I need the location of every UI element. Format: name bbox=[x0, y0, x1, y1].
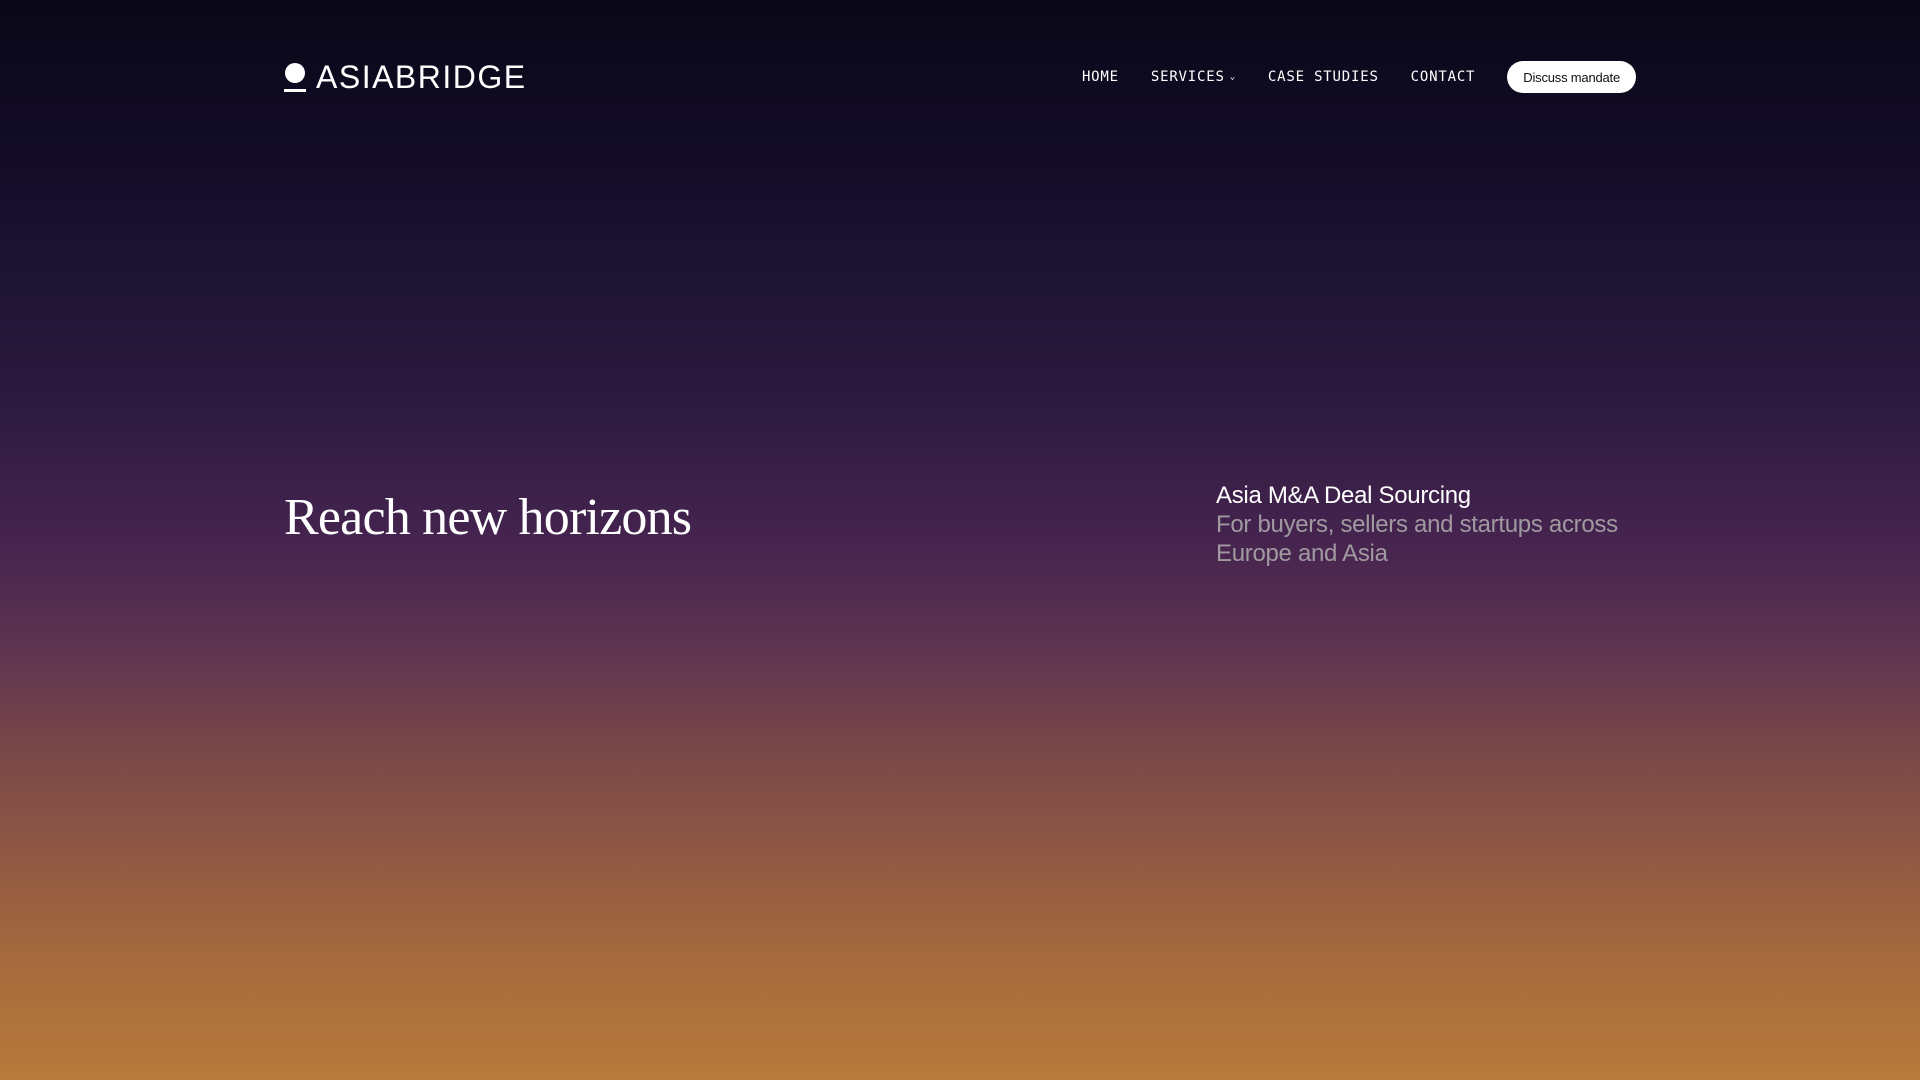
hero-title: Reach new horizons bbox=[284, 489, 692, 546]
hero-tagline: Asia M&A Deal Sourcing For buyers, selle… bbox=[1216, 481, 1646, 568]
nav-case-studies[interactable]: CASE STUDIES bbox=[1268, 69, 1379, 85]
discuss-mandate-button[interactable]: Discuss mandate bbox=[1507, 61, 1636, 93]
nav-contact[interactable]: CONTACT bbox=[1411, 69, 1476, 85]
nav-services[interactable]: SERVICES ⌄ bbox=[1151, 69, 1236, 85]
tagline-heading: Asia M&A Deal Sourcing bbox=[1216, 482, 1471, 509]
nav-services-label: SERVICES bbox=[1150, 69, 1225, 85]
nav-home[interactable]: HOME bbox=[1082, 69, 1119, 85]
tagline-text: For buyers, sellers and startups across … bbox=[1216, 511, 1618, 567]
chevron-down-icon: ⌄ bbox=[1229, 72, 1236, 82]
brand-logo[interactable]: ASIABRIDGE bbox=[284, 60, 527, 94]
main-nav: HOME SERVICES ⌄ CASE STUDIES CONTACT Dis… bbox=[1082, 61, 1636, 93]
brand-name: ASIABRIDGE bbox=[316, 59, 527, 95]
person-marker-icon bbox=[284, 61, 306, 93]
